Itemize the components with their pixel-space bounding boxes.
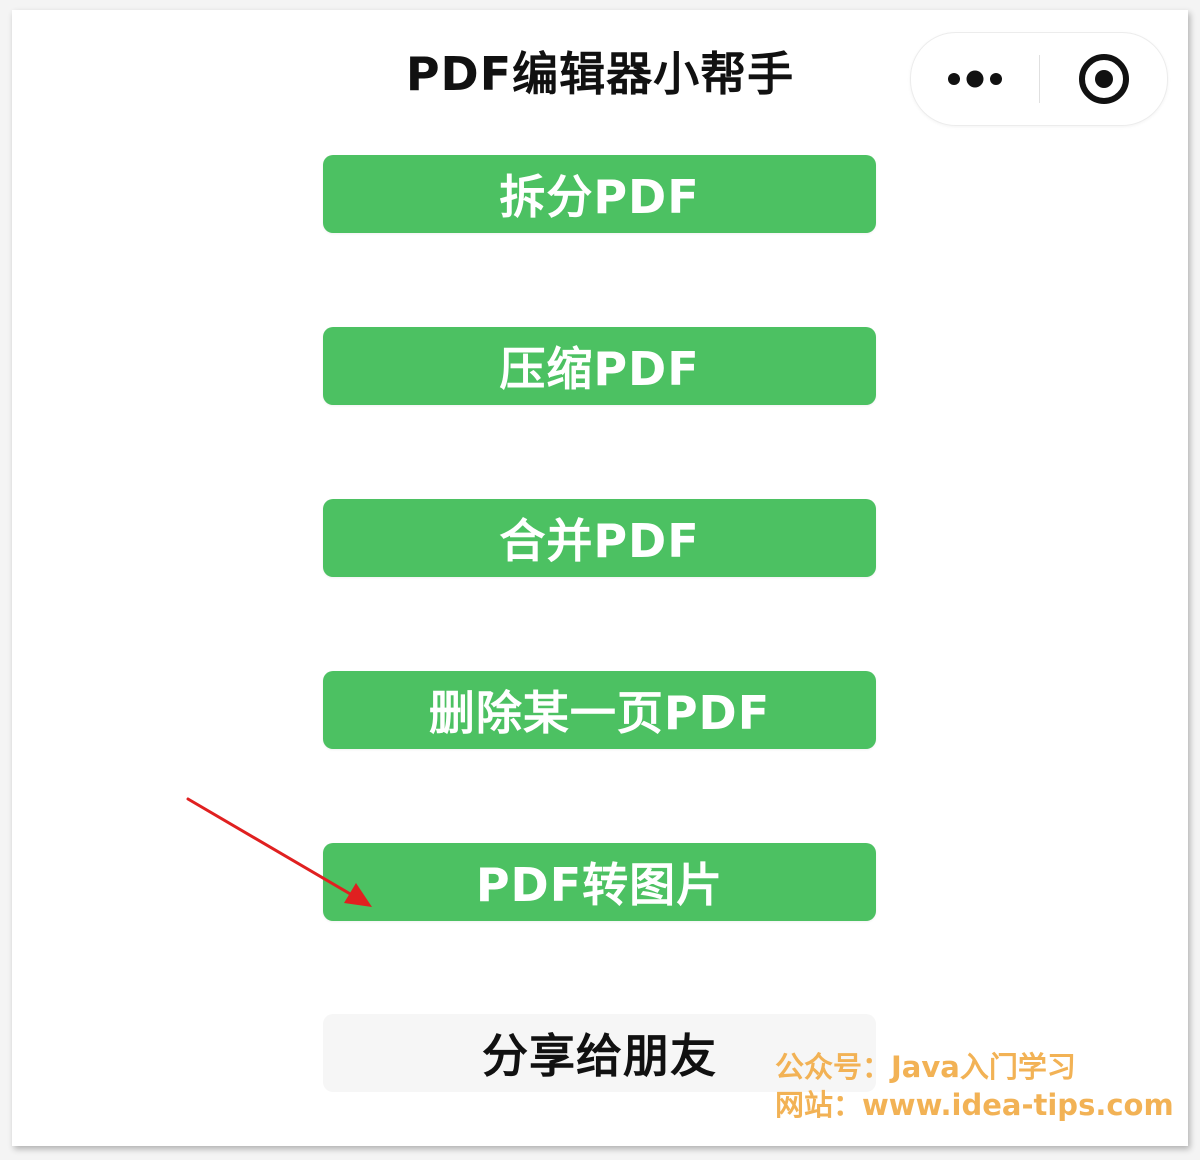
pdf-to-image-button[interactable]: PDF转图片 [323, 843, 876, 921]
merge-pdf-button[interactable]: 合并PDF [323, 499, 876, 577]
watermark: 公众号：Java入门学习 网站：www.idea-tips.com [775, 1048, 1174, 1124]
split-pdf-button[interactable]: 拆分PDF [323, 155, 876, 233]
target-close-icon [1078, 54, 1129, 104]
close-button[interactable] [1040, 33, 1167, 125]
more-dots-icon [948, 70, 1002, 88]
watermark-line-1: 公众号：Java入门学习 [775, 1050, 1076, 1084]
more-button[interactable] [911, 33, 1039, 125]
watermark-line-2: 网站：www.idea-tips.com [775, 1088, 1174, 1122]
annotation-arrow-icon [186, 797, 372, 907]
compress-pdf-button[interactable]: 压缩PDF [323, 327, 876, 405]
mini-program-capsule [910, 32, 1168, 126]
app-window: PDF编辑器小帮手 拆分PDF 压缩PDF 合并PDF 删除某一页PDF PDF… [12, 10, 1188, 1146]
delete-page-pdf-button[interactable]: 删除某一页PDF [323, 671, 876, 749]
